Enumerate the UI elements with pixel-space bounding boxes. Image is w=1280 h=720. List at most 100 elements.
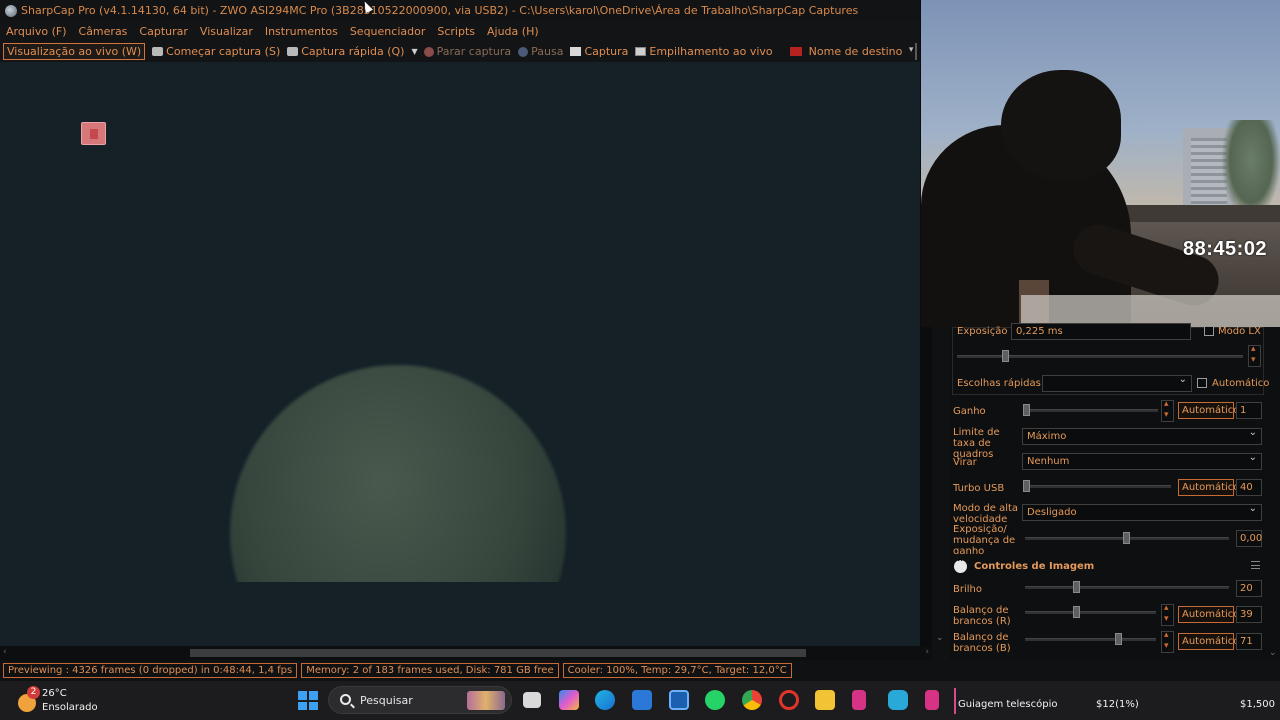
exposure-input[interactable]: 0,225 ms: [1011, 323, 1191, 340]
frame-rate-select[interactable]: Máximo: [1022, 427, 1262, 445]
panel-vertical-scrollbar[interactable]: ⌄: [1266, 327, 1280, 660]
exposure-label: Exposição: [957, 326, 1008, 337]
destination-select[interactable]: [909, 43, 918, 60]
weather-badge: 2: [27, 686, 40, 699]
gain-label: Ganho: [953, 406, 986, 417]
start-capture-button[interactable]: Começar captura (S): [152, 45, 280, 58]
taskbar-search[interactable]: Pesquisar: [328, 686, 512, 714]
menu-visualizar[interactable]: Visualizar: [200, 25, 253, 38]
hamburger-menu-icon[interactable]: [1251, 561, 1260, 569]
scroll-right-icon[interactable]: ›: [925, 647, 929, 657]
taskbar-price-2: $1,500: [1240, 699, 1275, 710]
scroll-down-icon[interactable]: ⌄: [1269, 648, 1277, 658]
windows-start-icon[interactable]: [298, 691, 318, 710]
weather-condition: Ensolarado: [42, 702, 98, 713]
chevron-down-icon[interactable]: ⌄: [936, 633, 944, 643]
scrollbar-thumb[interactable]: [190, 649, 806, 657]
wb-blue-slider-handle[interactable]: [1115, 633, 1122, 645]
turbo-usb-auto-button[interactable]: Automático: [1178, 479, 1239, 496]
flip-select[interactable]: Nenhum: [1022, 452, 1262, 470]
preview-horizontal-scrollbar[interactable]: ‹ ›: [0, 646, 932, 660]
task-view-icon[interactable]: [523, 692, 541, 708]
wb-blue-input[interactable]: 71: [1236, 633, 1262, 650]
start-capture-label: Começar captura (S): [166, 45, 281, 58]
exposure-slider[interactable]: [957, 350, 1243, 362]
quick-picks-select[interactable]: [1042, 374, 1192, 392]
scroll-left-icon[interactable]: ‹: [3, 647, 7, 657]
menu-instrumentos[interactable]: Instrumentos: [265, 25, 338, 38]
menu-arquivo[interactable]: Arquivo (F): [6, 25, 67, 38]
brightness-slider-handle[interactable]: [1073, 581, 1080, 593]
chrome-icon[interactable]: [742, 690, 762, 710]
turbo-usb-slider[interactable]: [1023, 480, 1171, 492]
brightness-slider[interactable]: [1025, 581, 1229, 593]
high-speed-label: Modo de alta velocidade: [953, 503, 1019, 525]
live-preview-area[interactable]: [0, 62, 920, 646]
turbo-usb-label: Turbo USB: [953, 483, 1005, 494]
live-stack-button[interactable]: Empilhamento ao vivo: [635, 45, 773, 58]
menu-cameras[interactable]: Câmeras: [79, 25, 128, 38]
gain-input[interactable]: 1: [1236, 402, 1262, 419]
turbo-usb-slider-handle[interactable]: [1023, 480, 1030, 492]
menu-scripts[interactable]: Scripts: [437, 25, 475, 38]
menu-sequenciador[interactable]: Sequenciador: [350, 25, 426, 38]
app-pink-icon-2[interactable]: [925, 690, 939, 710]
edge-browser-icon[interactable]: [595, 690, 615, 710]
wb-red-slider[interactable]: [1025, 606, 1156, 618]
brightness-input[interactable]: 20: [1236, 580, 1262, 597]
app-cube-icon[interactable]: [669, 690, 689, 710]
brightness-value: 20: [1240, 583, 1253, 594]
turbo-usb-input[interactable]: 40: [1236, 479, 1262, 496]
pause-button[interactable]: Pausa: [518, 45, 563, 58]
taskbar-app-label[interactable]: Guiagem telescópio: [958, 699, 1058, 710]
wb-red-input[interactable]: 39: [1236, 606, 1262, 623]
menu-ajuda[interactable]: Ajuda (H): [487, 25, 539, 38]
auto-exposure-checkbox[interactable]: [1197, 378, 1207, 388]
gain-auto-button[interactable]: Automático: [1178, 402, 1239, 419]
wb-blue-slider[interactable]: [1025, 633, 1156, 645]
gain-slider[interactable]: [1023, 404, 1158, 416]
exposure-slider-handle[interactable]: [1002, 350, 1009, 362]
app-loop-icon[interactable]: [888, 690, 908, 710]
taskbar-price-1: $12(1%): [1096, 699, 1139, 710]
status-previewing: Previewing : 4326 frames (0 dropped) in …: [3, 663, 298, 678]
wb-red-auto-button[interactable]: Automático: [1178, 606, 1239, 623]
menu-bar: Arquivo (F) Câmeras Capturar Visualizar …: [0, 21, 920, 41]
live-view-button[interactable]: Visualização ao vivo (W): [3, 43, 146, 60]
snapshot-button[interactable]: Captura: [570, 45, 628, 58]
exposure-gain-change-slider[interactable]: [1025, 532, 1229, 544]
file-explorer-icon[interactable]: [815, 690, 835, 710]
auto-exposure-label: Automático: [1212, 378, 1270, 389]
whatsapp-icon[interactable]: [705, 690, 725, 710]
destination-name-button[interactable]: Nome de destino: [789, 45, 902, 58]
gain-stepper[interactable]: [1161, 399, 1174, 422]
stop-capture-button[interactable]: Parar captura: [423, 45, 512, 58]
lx-mode-checkbox[interactable]: [1204, 326, 1214, 336]
high-speed-select[interactable]: Desligado: [1022, 503, 1262, 521]
exposure-gain-change-input[interactable]: 0,00: [1236, 530, 1262, 547]
menu-capturar[interactable]: Capturar: [139, 25, 187, 38]
wb-blue-auto-label: Automático: [1182, 636, 1240, 647]
copilot-icon[interactable]: [559, 690, 579, 710]
opera-icon[interactable]: [779, 690, 799, 710]
stop-capture-label: Parar captura: [436, 45, 512, 58]
image-controls-header[interactable]: Controles de Imagem: [952, 557, 1264, 575]
wb-blue-stepper[interactable]: [1161, 630, 1174, 653]
store-icon[interactable]: [632, 690, 652, 710]
turbo-usb-value: 40: [1240, 482, 1253, 493]
collapse-chevron-icon[interactable]: [954, 558, 967, 573]
wb-blue-auto-button[interactable]: Automático: [1178, 633, 1239, 650]
wb-red-slider-handle[interactable]: [1073, 606, 1080, 618]
quick-capture-button[interactable]: Captura rápida (Q): [287, 45, 404, 58]
app-pink-icon[interactable]: [852, 690, 866, 710]
exposure-gain-change-handle[interactable]: [1123, 532, 1130, 544]
exposure-stepper[interactable]: [1248, 344, 1261, 367]
gain-slider-handle[interactable]: [1023, 404, 1030, 416]
frame-rate-value: Máximo: [1027, 431, 1067, 442]
brightness-label: Brilho: [953, 584, 982, 595]
stack-icon: [635, 47, 647, 56]
quick-capture-chevron-down-icon[interactable]: ▼: [411, 47, 417, 56]
status-bar: Previewing : 4326 frames (0 dropped) in …: [0, 660, 1280, 681]
floating-app-icon[interactable]: [81, 122, 106, 145]
wb-red-stepper[interactable]: [1161, 603, 1174, 626]
